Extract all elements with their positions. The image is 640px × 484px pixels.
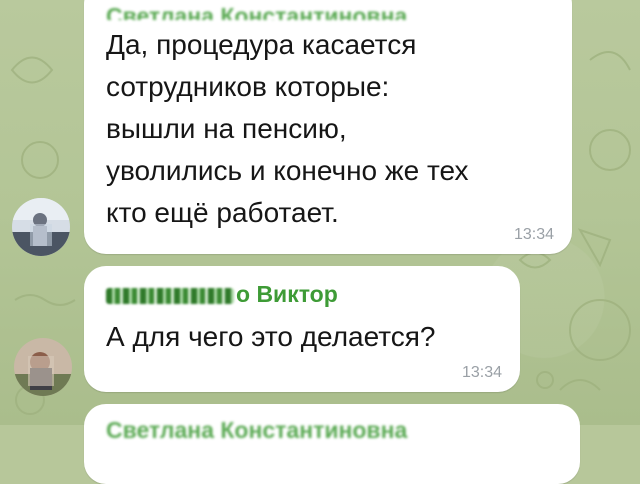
- message-line: Да, процедура касается: [106, 29, 417, 60]
- message-line: уволились и конечно же тех: [106, 155, 469, 186]
- message-bubble[interactable]: Светлана Константиновна: [84, 404, 580, 484]
- avatar-photo-icon: [12, 198, 70, 256]
- avatar-photo-icon: [14, 338, 72, 396]
- message-time: 13:34: [461, 364, 502, 381]
- message-time: 13:34: [513, 226, 554, 243]
- blurred-name: [106, 287, 234, 304]
- avatar[interactable]: [14, 338, 72, 396]
- avatar[interactable]: [12, 198, 70, 256]
- message-bubble[interactable]: Светлана Константиновна Да, процедура ка…: [84, 0, 572, 254]
- message-line: кто ещё работает.: [106, 197, 339, 228]
- sender-name[interactable]: Светлана Константиновна: [106, 416, 556, 444]
- message-line: сотрудников которые:: [106, 71, 390, 102]
- sender-name[interactable]: о Виктор: [106, 280, 496, 308]
- message-text: А для чего это делается?: [106, 321, 436, 352]
- message-text: Да, процедура касается сотрудников котор…: [106, 24, 548, 234]
- sender-name[interactable]: Светлана Константиновна: [106, 2, 548, 20]
- message-bubble[interactable]: о Виктор А для чего это делается? 13:34: [84, 266, 520, 392]
- message-line: вышли на пенсию,: [106, 113, 347, 144]
